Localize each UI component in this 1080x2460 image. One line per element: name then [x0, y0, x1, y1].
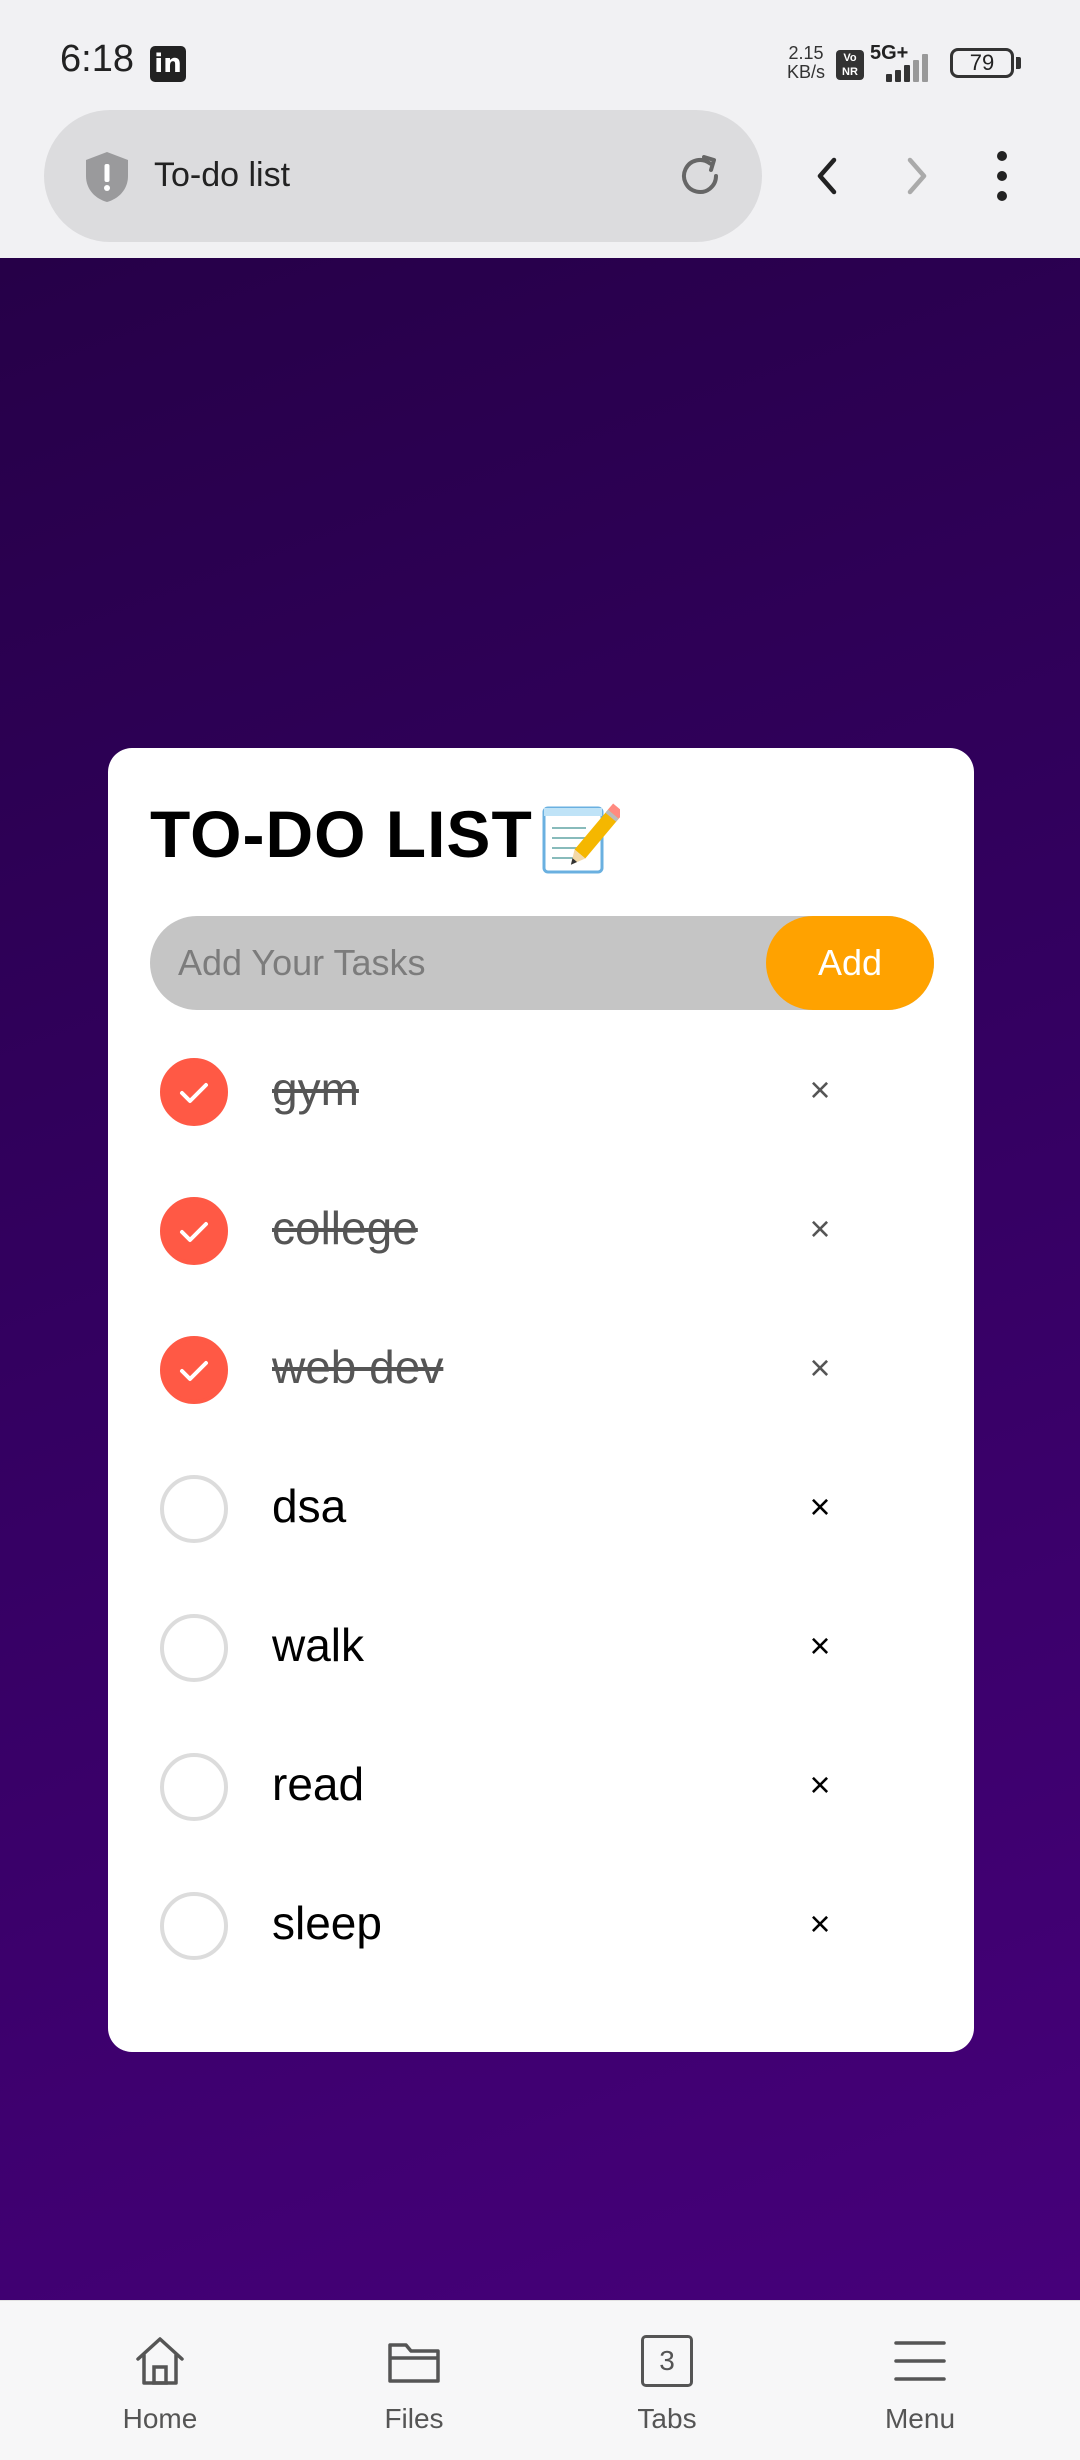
task-item[interactable]: college × [108, 1187, 974, 1326]
delete-icon[interactable]: × [800, 1070, 840, 1110]
delete-icon[interactable]: × [800, 1348, 840, 1388]
address-bar[interactable]: To-do list [44, 110, 762, 242]
home-icon [136, 2337, 184, 2385]
task-text[interactable]: college [272, 1201, 418, 1255]
battery-level: 79 [969, 50, 995, 75]
page-background: TO-DO LIST Add Your Tasks Add gym × coll… [0, 258, 1080, 2300]
status-bar: 6:18 in 2.15 KB/s Vo NR 5G+ 79 [0, 0, 1080, 110]
battery-icon: 79 [950, 48, 1014, 78]
network-speed-unit: KB/s [786, 62, 825, 82]
battery-cap [1016, 57, 1021, 69]
nav-home[interactable]: Home [60, 2301, 260, 2460]
folder-icon [388, 2343, 440, 2383]
nav-menu[interactable]: Menu [820, 2301, 1020, 2460]
checkmark-icon [180, 1083, 208, 1103]
task-checkbox[interactable] [160, 1197, 228, 1265]
task-checkbox[interactable] [160, 1614, 228, 1682]
nav-tabs[interactable]: 3 Tabs [567, 2301, 767, 2460]
reload-icon[interactable] [672, 148, 728, 204]
back-icon[interactable] [800, 148, 856, 204]
memo-icon [542, 803, 620, 874]
task-item[interactable]: web dev × [108, 1326, 974, 1465]
nav-home-label: Home [122, 2403, 198, 2434]
status-time: 6:18 [60, 38, 134, 80]
task-text[interactable]: read [272, 1757, 364, 1811]
task-item[interactable]: walk × [108, 1604, 974, 1743]
task-list: gym × college × web dev × dsa × walk × r… [108, 1048, 974, 2021]
add-button[interactable]: Add [766, 916, 934, 1010]
nav-files-label: Files [384, 2403, 444, 2434]
app-title: TO-DO LIST [150, 797, 533, 871]
task-checkbox[interactable] [160, 1753, 228, 1821]
delete-icon[interactable]: × [800, 1487, 840, 1527]
task-item[interactable]: dsa × [108, 1465, 974, 1604]
task-input[interactable] [178, 916, 758, 1010]
task-checkbox[interactable] [160, 1892, 228, 1960]
delete-icon[interactable]: × [800, 1904, 840, 1944]
nav-menu-label: Menu [884, 2403, 956, 2434]
network-speed-value: 2.15 [788, 43, 824, 63]
delete-icon[interactable]: × [800, 1765, 840, 1805]
tabs-icon: 3 [641, 2335, 693, 2387]
nav-files[interactable]: Files [314, 2301, 514, 2460]
nav-tabs-label: Tabs [637, 2403, 697, 2434]
task-item[interactable]: sleep × [108, 1882, 974, 2021]
hamburger-icon [894, 2341, 946, 2381]
task-checkbox[interactable] [160, 1336, 228, 1404]
menu-dots-icon[interactable] [980, 146, 1024, 206]
volte-icon: Vo NR [836, 50, 864, 80]
network-speed: 2.15 KB/s [784, 44, 828, 82]
bottom-nav: Home Files 3 Tabs Menu [0, 2300, 1080, 2460]
page-title[interactable]: To-do list [154, 156, 290, 195]
task-input-row: Add [150, 916, 934, 1010]
task-checkbox[interactable] [160, 1475, 228, 1543]
task-text[interactable]: dsa [272, 1479, 346, 1533]
checkmark-icon [180, 1361, 208, 1381]
shield-icon[interactable] [82, 150, 132, 204]
checkmark-icon [180, 1222, 208, 1242]
delete-icon[interactable]: × [800, 1626, 840, 1666]
linkedin-icon: in [150, 46, 186, 82]
todo-card: TO-DO LIST Add Your Tasks Add gym × coll… [108, 748, 974, 2052]
task-item[interactable]: gym × [108, 1048, 974, 1187]
task-checkbox[interactable] [160, 1058, 228, 1126]
delete-icon[interactable]: × [800, 1209, 840, 1249]
task-text[interactable]: sleep [272, 1896, 382, 1950]
task-text[interactable]: gym [272, 1062, 359, 1116]
forward-icon[interactable] [888, 148, 944, 204]
task-text[interactable]: walk [272, 1618, 364, 1672]
signal-strength-icon [870, 52, 940, 82]
browser-toolbar: To-do list [0, 110, 1080, 258]
task-item[interactable]: read × [108, 1743, 974, 1882]
task-text[interactable]: web dev [272, 1340, 443, 1394]
